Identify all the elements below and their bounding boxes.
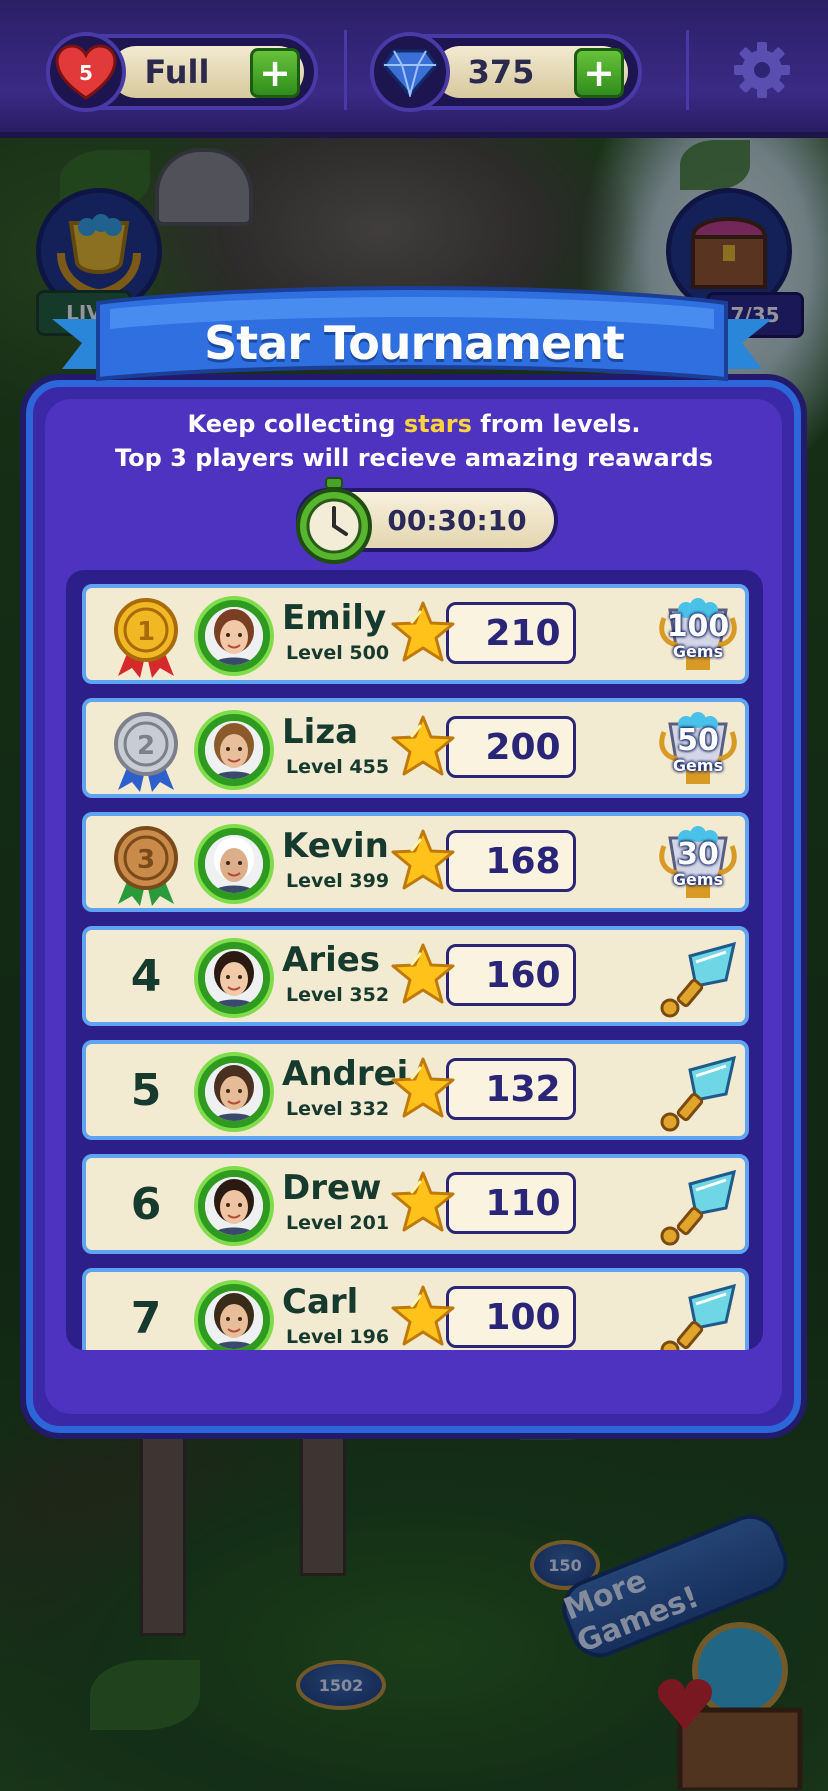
star-score: 210 xyxy=(446,602,576,664)
rank-number: 4 xyxy=(130,950,162,1002)
star-icon xyxy=(391,1057,455,1118)
star-score: 200 xyxy=(446,716,576,778)
tournament-title: Star Tournament xyxy=(204,316,625,370)
reward-amount: 100 xyxy=(666,609,730,644)
timer-value: 00:30:10 xyxy=(387,503,527,537)
player-portrait-icon xyxy=(205,949,263,1007)
rank-number: 7 xyxy=(130,1292,162,1344)
leaderboard-row[interactable]: 5 Andrei Level 332 132 xyxy=(82,1040,749,1140)
lives-status: Full xyxy=(144,53,210,91)
star-score: 100 xyxy=(446,1286,576,1348)
avatar xyxy=(194,1280,274,1350)
player-portrait-icon xyxy=(205,1063,263,1121)
description-line-1: Keep collecting stars from levels. xyxy=(187,410,641,438)
player-name: Drew xyxy=(282,1168,382,1208)
reward-unit: Gems xyxy=(672,870,724,889)
avatar xyxy=(194,1166,274,1246)
silver-medal-icon: 2 xyxy=(114,712,178,792)
reward-label: 30 Gems xyxy=(652,840,744,888)
star-icon xyxy=(391,715,455,776)
player-name: Emily xyxy=(282,598,387,638)
medal-rank: 3 xyxy=(137,845,155,875)
rank-number: 6 xyxy=(130,1178,162,1230)
player-level: Level 399 xyxy=(286,870,390,892)
star-score: 160 xyxy=(446,944,576,1006)
player-portrait-icon xyxy=(205,835,263,893)
star-icon xyxy=(391,1285,455,1346)
reward-amount: 50 xyxy=(677,723,719,758)
player-level: Level 196 xyxy=(286,1326,390,1348)
player-name: Carl xyxy=(282,1282,359,1322)
stopwatch-icon xyxy=(296,477,372,564)
leaderboard-row[interactable]: 4 Aries Level 352 160 xyxy=(82,926,749,1026)
bronze-medal-icon: 3 xyxy=(114,826,178,906)
star-icon xyxy=(391,943,455,1004)
star-icon xyxy=(391,601,455,662)
player-portrait-icon xyxy=(205,1177,263,1235)
star-score: 132 xyxy=(446,1058,576,1120)
player-level: Level 201 xyxy=(286,1212,390,1234)
lives-count: 5 xyxy=(79,61,93,85)
stars-highlight: stars xyxy=(403,410,472,438)
reward-label: 100 Gems xyxy=(652,612,744,660)
top-bar: Full + 5 375 + xyxy=(0,0,828,138)
leaderboard-row[interactable]: 1 Emily Level 500 210 100 Gems xyxy=(82,584,749,684)
avatar xyxy=(194,710,274,790)
gems-value: 375 xyxy=(467,53,535,91)
rank-number: 5 xyxy=(130,1064,162,1116)
player-portrait-icon xyxy=(205,1291,263,1349)
player-level: Level 455 xyxy=(286,756,390,778)
reward-amount: 30 xyxy=(677,837,719,872)
player-portrait-icon xyxy=(205,721,263,779)
reward-unit: Gems xyxy=(672,642,724,661)
player-level: Level 352 xyxy=(286,984,390,1006)
avatar xyxy=(194,1052,274,1132)
star-icon xyxy=(391,829,455,890)
avatar xyxy=(194,938,274,1018)
reward-unit: Gems xyxy=(672,756,724,775)
lives-counter: Full + 5 xyxy=(46,32,318,112)
gems-counter: 375 + xyxy=(370,32,642,112)
add-lives-button[interactable]: + xyxy=(250,48,300,98)
player-name: Liza xyxy=(282,712,359,752)
player-level: Level 332 xyxy=(286,1098,390,1120)
star-icon xyxy=(391,1171,455,1232)
leaderboard-row[interactable]: 6 Drew Level 201 110 xyxy=(82,1154,749,1254)
player-name: Kevin xyxy=(282,826,389,866)
leaderboard-row[interactable]: 7 Carl Level 196 100 xyxy=(82,1268,749,1350)
medal-rank: 1 xyxy=(137,617,155,647)
shovel-booster-icon xyxy=(660,1055,737,1132)
shovel-booster-icon xyxy=(660,1283,737,1350)
leaderboard-row[interactable]: 2 Liza Level 455 200 50 Gems xyxy=(82,698,749,798)
avatar xyxy=(194,596,274,676)
gem-icon xyxy=(370,32,450,112)
player-portrait-icon xyxy=(205,607,263,665)
star-score: 168 xyxy=(446,830,576,892)
player-level: Level 500 xyxy=(286,642,390,664)
description-line-2: Top 3 players will recieve amazing reawa… xyxy=(114,444,714,472)
divider xyxy=(344,30,347,110)
heart-icon: 5 xyxy=(46,32,126,112)
medal-rank: 2 xyxy=(137,731,155,761)
shovel-booster-icon xyxy=(660,941,737,1018)
player-name: Aries xyxy=(282,940,381,980)
star-score: 110 xyxy=(446,1172,576,1234)
shovel-booster-icon xyxy=(660,1169,737,1246)
divider xyxy=(686,30,689,110)
add-gems-button[interactable]: + xyxy=(574,48,624,98)
settings-gear-icon[interactable] xyxy=(732,40,792,100)
leaderboard-list[interactable]: 1 Emily Level 500 210 100 Gems 2 Liza Le… xyxy=(66,570,763,1350)
reward-label: 50 Gems xyxy=(652,726,744,774)
avatar xyxy=(194,824,274,904)
gold-medal-icon: 1 xyxy=(114,598,178,678)
leaderboard-row[interactable]: 3 Kevin Level 399 168 30 Gems xyxy=(82,812,749,912)
